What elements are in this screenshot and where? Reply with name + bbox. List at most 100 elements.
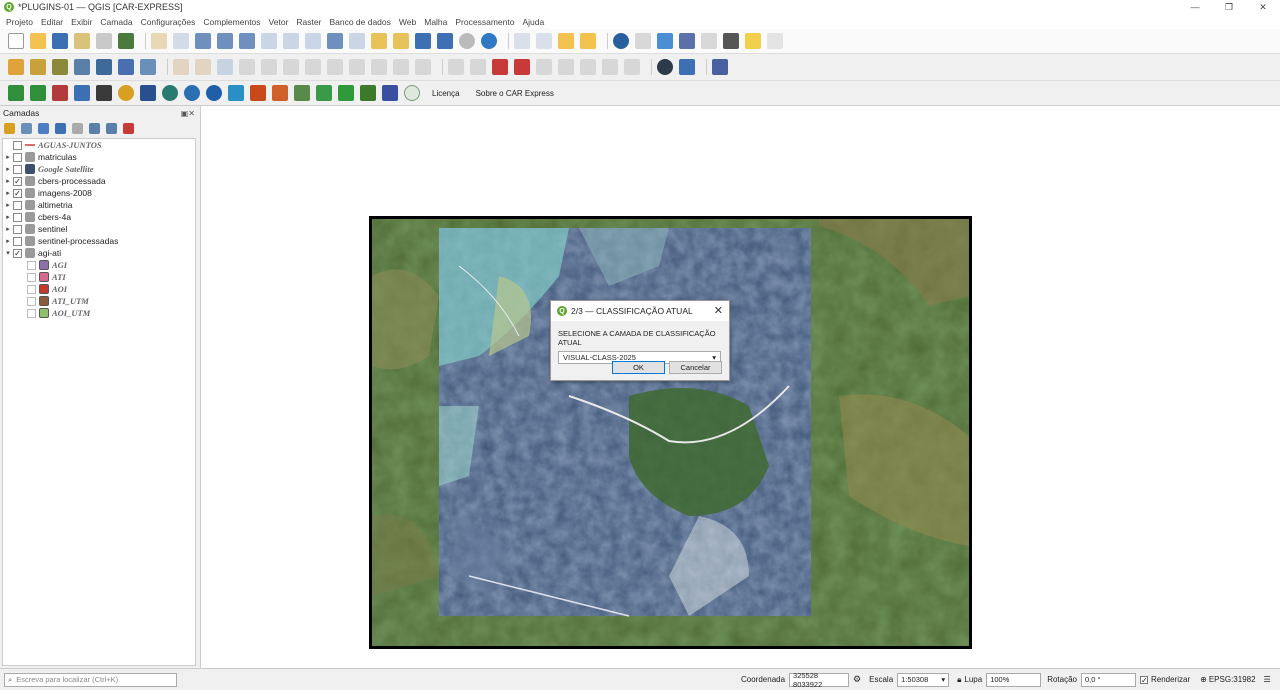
rotate-label-icon[interactable] [558, 59, 574, 75]
save-edits-icon[interactable] [217, 59, 233, 75]
add-group-icon[interactable] [21, 122, 32, 134]
menu-raster[interactable]: Raster [296, 17, 321, 27]
layer-item[interactable]: ▸ ✓ imagens-2008 [3, 187, 195, 199]
layer-visibility-checkbox[interactable] [27, 296, 36, 306]
callout-icon[interactable] [624, 59, 640, 75]
expand-arrow-icon[interactable]: ▸ [3, 213, 13, 221]
toggle-extents-icon[interactable]: ⚙ [853, 674, 861, 685]
layer-item[interactable]: ▸ cbers-4a [3, 211, 195, 223]
zoom-native-icon[interactable] [305, 33, 321, 49]
filter-expression-icon[interactable] [72, 122, 83, 134]
zoom-in-icon[interactable] [195, 33, 211, 49]
cut-features-icon[interactable] [327, 59, 343, 75]
measure-line-icon[interactable] [723, 33, 739, 49]
data-source-manager-icon[interactable] [8, 59, 24, 75]
layer-item[interactable]: AGUAS-JUNTOS [3, 139, 195, 151]
edit-pencil-icon[interactable] [195, 59, 211, 75]
digitize-icon[interactable] [239, 59, 255, 75]
layer-visibility-checkbox[interactable] [13, 212, 22, 222]
menu-web[interactable]: Web [399, 17, 416, 27]
temporal-controller-icon[interactable] [459, 33, 475, 49]
car-road-icon[interactable] [316, 85, 332, 101]
car-search-icon[interactable] [184, 85, 200, 101]
sublayer-item[interactable]: AOI_UTM [3, 307, 195, 319]
python-console-icon[interactable] [679, 59, 695, 75]
modify-attributes-icon[interactable] [283, 59, 299, 75]
deselect-icon[interactable] [580, 33, 596, 49]
attribute-table-icon[interactable] [635, 33, 651, 49]
menu-exibir[interactable]: Exibir [71, 17, 92, 27]
expand-arrow-icon[interactable]: ▸ [3, 165, 13, 173]
menu-vetor[interactable]: Vetor [269, 17, 289, 27]
new-geopackage-icon[interactable] [30, 59, 46, 75]
menu-camada[interactable]: Camada [100, 17, 132, 27]
car-sun-icon[interactable] [118, 85, 134, 101]
label-tool-icon[interactable] [448, 59, 464, 75]
layer-item[interactable]: ▸ Google Satellite [3, 163, 195, 175]
sublayer-item[interactable]: AOI [3, 283, 195, 295]
new-project-icon[interactable] [8, 33, 24, 49]
car-brazil-flag-icon[interactable] [8, 85, 24, 101]
layer-visibility-checkbox[interactable] [27, 284, 36, 294]
layer-visibility-checkbox[interactable] [27, 260, 36, 270]
about-car-express-link[interactable]: Sobre o CAR Express [476, 89, 554, 98]
car-satellite-icon[interactable] [140, 85, 156, 101]
sublayer-item[interactable]: ATI [3, 271, 195, 283]
messages-icon[interactable]: ☰ [1264, 675, 1271, 684]
change-label-icon[interactable] [580, 59, 596, 75]
menu-ajuda[interactable]: Ajuda [522, 17, 544, 27]
expand-arrow-icon[interactable]: ▸ [3, 201, 13, 209]
expand-arrow-icon[interactable]: ▸ [3, 225, 13, 233]
car-water-icon[interactable] [206, 85, 222, 101]
new-3d-view-icon[interactable] [393, 33, 409, 49]
cancel-button[interactable]: Cancelar [669, 361, 722, 374]
crs-button[interactable]: EPSG:31982 [1209, 675, 1256, 684]
coordinate-field[interactable]: 325528 8033922 [789, 671, 850, 689]
ok-button[interactable]: OK [612, 361, 665, 374]
layer-visibility-checkbox[interactable] [13, 236, 22, 246]
identify-features-icon[interactable] [613, 33, 629, 49]
render-checkbox[interactable]: ✓ [1140, 675, 1148, 684]
manage-visibility-icon[interactable] [38, 122, 49, 134]
collapse-arrow-icon[interactable]: ▾ [3, 249, 13, 257]
zoom-selection-icon[interactable] [261, 33, 277, 49]
menu-processamento[interactable]: Processamento [455, 17, 514, 27]
layer-visibility-checkbox[interactable]: ✓ [13, 176, 22, 186]
car-leaf-icon[interactable] [30, 85, 46, 101]
bookmark-icon[interactable] [415, 33, 431, 49]
remove-layer-icon[interactable] [123, 122, 134, 134]
style-manager-icon[interactable] [118, 33, 134, 49]
car-river-icon[interactable] [228, 85, 244, 101]
menu-banco-de-dados[interactable]: Banco de dados [329, 17, 390, 27]
filter-legend-icon[interactable] [55, 122, 66, 134]
copy-features-icon[interactable] [349, 59, 365, 75]
map-canvas[interactable] [200, 106, 1280, 668]
close-window-icon[interactable]: ✕ [1246, 0, 1280, 14]
magnifier-field[interactable]: 100% [986, 672, 1042, 687]
menu-configuracoes[interactable]: Configurações [141, 17, 196, 27]
toggle-editing-icon[interactable] [173, 59, 189, 75]
show-bookmarks-icon[interactable] [437, 33, 453, 49]
car-layer-icon[interactable] [52, 85, 68, 101]
highlight-labels-icon[interactable] [492, 59, 508, 75]
layer-visibility-checkbox[interactable] [13, 164, 22, 174]
pan-to-selection-icon[interactable] [173, 33, 189, 49]
processing-toolbox-icon[interactable] [657, 33, 673, 49]
rotation-field[interactable]: 0,0 ° [1081, 672, 1136, 687]
add-wms-layer-icon[interactable] [118, 59, 134, 75]
menu-projeto[interactable]: Projeto [6, 17, 33, 27]
zoom-next-icon[interactable] [349, 33, 365, 49]
maximize-icon[interactable]: ❐ [1212, 0, 1246, 14]
collapse-all-icon[interactable] [106, 122, 117, 134]
expand-arrow-icon[interactable]: ▸ [3, 237, 13, 245]
undo-icon[interactable] [393, 59, 409, 75]
close-icon[interactable]: ✕ [714, 304, 723, 317]
pan-hand-icon[interactable] [151, 33, 167, 49]
lock-icon[interactable]: 🔒︎ [957, 675, 961, 685]
menu-complementos[interactable]: Complementos [203, 17, 260, 27]
car-forest-icon[interactable] [360, 85, 376, 101]
expand-all-icon[interactable] [89, 122, 100, 134]
select-feature-icon[interactable] [536, 33, 552, 49]
layer-visibility-checkbox[interactable] [27, 272, 36, 282]
save-as-icon[interactable] [74, 33, 90, 49]
